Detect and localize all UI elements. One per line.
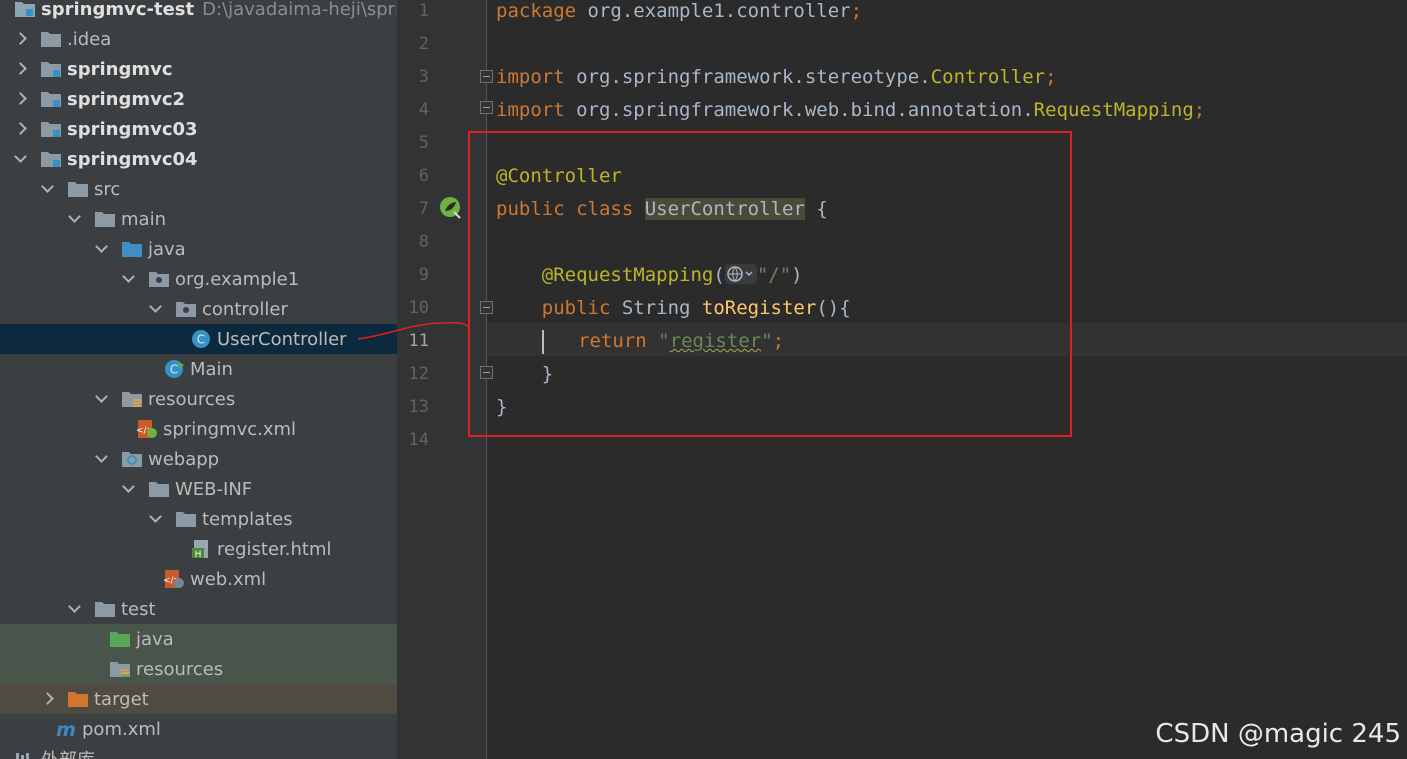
tree-item-register-html[interactable]: H register.html: [0, 534, 397, 564]
chevron-right-icon[interactable]: [41, 684, 55, 714]
chevron-right-icon[interactable]: [14, 114, 28, 144]
tree-item-test[interactable]: test: [0, 594, 397, 624]
chevron-down-icon[interactable]: [41, 174, 55, 204]
web-xml-icon: </>: [163, 569, 185, 589]
line-number: 1: [418, 1, 429, 21]
tree-item-main-class[interactable]: C Main: [0, 354, 397, 384]
spring-bean-icon[interactable]: [439, 196, 463, 220]
source-folder-icon: [121, 239, 143, 259]
package-icon: [148, 269, 170, 289]
red-connector-line: [357, 322, 469, 340]
folder-icon: [148, 479, 170, 499]
tree-item-package-org-example1[interactable]: org.example1: [0, 264, 397, 294]
tree-item-templates[interactable]: templates: [0, 504, 397, 534]
line-number: 6: [418, 166, 429, 186]
module-folder-icon: [40, 149, 62, 169]
project-tree: springmvc-test D:\javadaima-heji\spring …: [0, 0, 397, 759]
chevron-down-icon[interactable]: [149, 504, 163, 534]
libraries-icon: [14, 749, 36, 759]
spring-xml-icon: </>: [136, 419, 158, 439]
web-folder-icon: [121, 449, 143, 469]
line-number: 5: [418, 133, 429, 153]
tree-item-resources[interactable]: resources: [0, 384, 397, 414]
code-line-3[interactable]: import org.springframework.stereotype.Co…: [496, 61, 1057, 94]
package-icon: [175, 299, 197, 319]
tree-item-test-resources[interactable]: resources: [0, 654, 397, 684]
line-number: 4: [418, 100, 429, 120]
tree-item-src[interactable]: src: [0, 174, 397, 204]
tree-item-pom-xml[interactable]: m pom.xml: [0, 714, 397, 744]
line-number: 12: [408, 364, 429, 384]
tree-item-main[interactable]: main: [0, 204, 397, 234]
code-line-1[interactable]: package org.example1.controller;: [496, 0, 862, 28]
tree-item-springmvc04[interactable]: springmvc04: [0, 144, 397, 174]
fold-marker-icon[interactable]: [480, 101, 493, 114]
chevron-down-icon[interactable]: [95, 384, 109, 414]
line-number: 14: [408, 430, 429, 450]
module-folder-icon: [40, 59, 62, 79]
html-file-icon: H: [190, 539, 212, 559]
chevron-down-icon[interactable]: [122, 264, 136, 294]
tree-item-idea[interactable]: .idea: [0, 24, 397, 54]
fold-marker-icon[interactable]: [480, 70, 493, 83]
tree-item-target[interactable]: target: [0, 684, 397, 714]
chevron-down-icon[interactable]: [149, 294, 163, 324]
test-source-folder-icon: [109, 629, 131, 649]
red-highlight-box: [468, 131, 1072, 437]
maven-icon: m: [55, 719, 77, 739]
chevron-down-icon[interactable]: [68, 594, 82, 624]
tree-item-web-inf[interactable]: WEB-INF: [0, 474, 397, 504]
chevron-down-icon[interactable]: [122, 474, 136, 504]
folder-icon: [67, 179, 89, 199]
tree-item-web-xml[interactable]: </> web.xml: [0, 564, 397, 594]
resources-folder-icon: [121, 389, 143, 409]
folder-icon: [94, 209, 116, 229]
svg-text:C: C: [197, 333, 205, 347]
chevron-down-icon[interactable]: [14, 144, 28, 174]
module-folder-icon: [14, 0, 36, 19]
tree-item-package-controller[interactable]: controller: [0, 294, 397, 324]
tree-root-path: D:\javadaima-heji\spring: [202, 0, 397, 20]
tree-item-external-libraries[interactable]: 外部库: [0, 744, 397, 759]
folder-icon: [175, 509, 197, 529]
tree-root-label: springmvc-test: [41, 0, 195, 20]
tree-item-springmvc2[interactable]: springmvc2: [0, 84, 397, 114]
chevron-right-icon[interactable]: [14, 54, 28, 84]
svg-text:m: m: [56, 719, 76, 739]
module-folder-icon: [40, 119, 62, 139]
code-line-4[interactable]: import org.springframework.web.bind.anno…: [496, 94, 1205, 127]
tree-item-test-java[interactable]: java: [0, 624, 397, 654]
line-number: 8: [418, 232, 429, 252]
svg-text:C: C: [170, 363, 178, 377]
folder-icon: [94, 599, 116, 619]
tree-item-springmvc03[interactable]: springmvc03: [0, 114, 397, 144]
chevron-down-icon[interactable]: [95, 444, 109, 474]
line-number: 7: [418, 199, 429, 219]
chevron-down-icon[interactable]: [68, 204, 82, 234]
chevron-right-icon[interactable]: [14, 24, 28, 54]
tree-root[interactable]: springmvc-test D:\javadaima-heji\spring: [0, 0, 397, 24]
folder-icon: [40, 29, 62, 49]
svg-text:H: H: [195, 550, 202, 559]
tree-item-springmvc-xml[interactable]: </> springmvc.xml: [0, 414, 397, 444]
tree-item-java[interactable]: java: [0, 234, 397, 264]
tree-item-webapp[interactable]: webapp: [0, 444, 397, 474]
java-main-class-icon: C: [163, 359, 185, 379]
test-resources-folder-icon: [109, 659, 131, 679]
module-folder-icon: [40, 89, 62, 109]
chevron-right-icon[interactable]: [14, 84, 28, 114]
chevron-down-icon[interactable]: [95, 234, 109, 264]
tree-item-user-controller[interactable]: C UserController: [0, 324, 397, 354]
line-number: 13: [408, 397, 429, 417]
tree-item-springmvc[interactable]: springmvc: [0, 54, 397, 84]
watermark: CSDN @magic 245: [1155, 719, 1401, 749]
line-number: 3: [418, 67, 429, 87]
line-number: 9: [418, 265, 429, 285]
line-number: 2: [418, 34, 429, 54]
excluded-folder-icon: [67, 689, 89, 709]
java-class-icon: C: [190, 329, 212, 349]
